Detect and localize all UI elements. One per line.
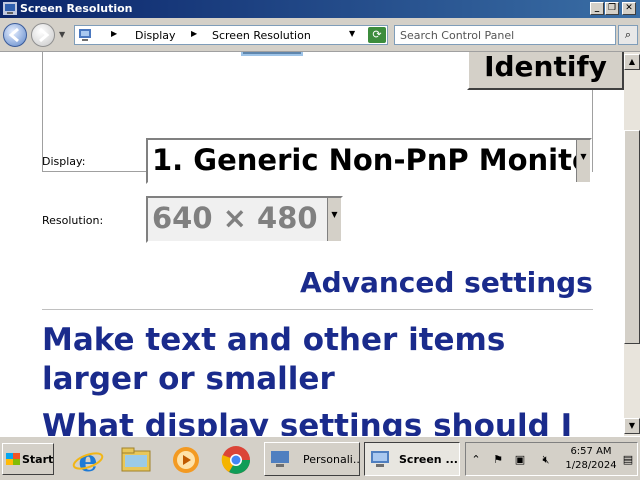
- identify-button[interactable]: Identify: [467, 52, 624, 90]
- chevron-up-icon[interactable]: ⌃: [468, 452, 484, 468]
- chevron-down-icon[interactable]: ▼: [327, 198, 341, 241]
- text-size-link[interactable]: Make text and other items larger or smal…: [42, 321, 602, 399]
- minimize-button[interactable]: _: [590, 2, 604, 15]
- volume-muted-icon[interactable]: 🔇︎: [538, 452, 554, 468]
- resolution-select-value: 640 × 480: [152, 201, 318, 235]
- control-panel-icon: [79, 29, 91, 41]
- address-bar[interactable]: ▶ Display ▶ Screen Resolution ▼: [74, 25, 388, 45]
- clock-time: 6:57 AM: [570, 446, 612, 457]
- task-personalization[interactable]: Personali...: [264, 442, 360, 476]
- address-dropdown-icon[interactable]: ▼: [349, 29, 355, 38]
- chevron-down-icon[interactable]: ▼: [576, 140, 590, 182]
- title-bar: Screen Resolution _ ❐ ✕: [0, 0, 640, 18]
- svg-text:e: e: [78, 445, 97, 475]
- taskbar: Start e Personali... Screen ... ⌃ ⚑ ▣ 🔇︎…: [0, 436, 640, 480]
- window-title: Screen Resolution: [20, 2, 133, 15]
- refresh-button[interactable]: ⟳: [368, 27, 386, 43]
- monitor-icon: [243, 52, 301, 54]
- search-icon: ⌕: [624, 28, 632, 41]
- arrow-left-icon: [8, 27, 19, 43]
- display-label: Display:: [42, 155, 86, 168]
- clock-date: 1/28/2024: [565, 460, 617, 471]
- display-select-value: 1. Generic Non-PnP Monitor: [152, 143, 592, 177]
- resolution-label: Resolution:: [42, 214, 104, 227]
- refresh-icon: ⟳: [372, 28, 382, 41]
- breadcrumb-screen-resolution[interactable]: Screen Resolution: [212, 29, 311, 42]
- scroll-thumb[interactable]: [624, 130, 640, 344]
- content-pane: Identify Display: 1. Generic Non-PnP Mon…: [0, 52, 624, 436]
- display-select[interactable]: 1. Generic Non-PnP Monitor ▼: [146, 138, 592, 184]
- task-screen-resolution[interactable]: Screen ...: [364, 442, 460, 476]
- breadcrumb-arrow-icon[interactable]: ▶: [191, 29, 197, 38]
- recent-pages-chevron-icon[interactable]: ▼: [59, 30, 65, 39]
- show-desktop-icon[interactable]: ▤: [620, 452, 636, 468]
- breadcrumb-display[interactable]: Display: [135, 29, 176, 42]
- control-panel-icon: [3, 2, 17, 15]
- scroll-up-button[interactable]: ▲: [624, 54, 640, 70]
- start-button[interactable]: Start: [2, 443, 54, 475]
- task-label: Personali...: [303, 453, 360, 466]
- search-button[interactable]: ⌕: [618, 25, 638, 45]
- scroll-down-button[interactable]: ▼: [624, 418, 640, 434]
- clock[interactable]: 6:57 AM 1/28/2024: [564, 445, 618, 473]
- monitor-icon: [371, 451, 389, 467]
- media-player-icon[interactable]: [170, 445, 202, 475]
- divider: [42, 309, 593, 310]
- network-icon[interactable]: ▣: [512, 452, 528, 468]
- breadcrumb-arrow-icon[interactable]: ▶: [111, 29, 117, 38]
- windows-logo-icon: [6, 453, 20, 465]
- close-button[interactable]: ✕: [622, 2, 636, 15]
- monitor-thumbnail[interactable]: [241, 52, 303, 56]
- start-label: Start: [22, 453, 54, 466]
- internet-explorer-icon[interactable]: e: [72, 445, 104, 475]
- search-input[interactable]: Search Control Panel: [394, 25, 616, 45]
- system-tray: ⌃ ⚑ ▣ 🔇︎ 6:57 AM 1/28/2024 ▤: [465, 442, 638, 476]
- monitor-icon: [271, 451, 289, 467]
- resolution-select[interactable]: 640 × 480 ▼: [146, 196, 343, 243]
- advanced-settings-link[interactable]: Advanced settings: [300, 266, 593, 299]
- display-settings-help-link[interactable]: What display settings should I choose?: [42, 407, 602, 436]
- chrome-icon[interactable]: [220, 445, 252, 475]
- forward-button[interactable]: [31, 23, 55, 47]
- arrow-right-icon: [39, 27, 50, 43]
- vertical-scrollbar[interactable]: ▲ ▼: [624, 52, 640, 436]
- navigation-bar: ▼ ▶ Display ▶ Screen Resolution ▼ ⟳ Sear…: [0, 18, 640, 52]
- maximize-button[interactable]: ❐: [605, 2, 619, 15]
- back-button[interactable]: [3, 23, 27, 47]
- action-center-flag-icon[interactable]: ⚑: [490, 452, 506, 468]
- task-label: Screen ...: [399, 453, 458, 466]
- file-explorer-icon[interactable]: [120, 445, 152, 475]
